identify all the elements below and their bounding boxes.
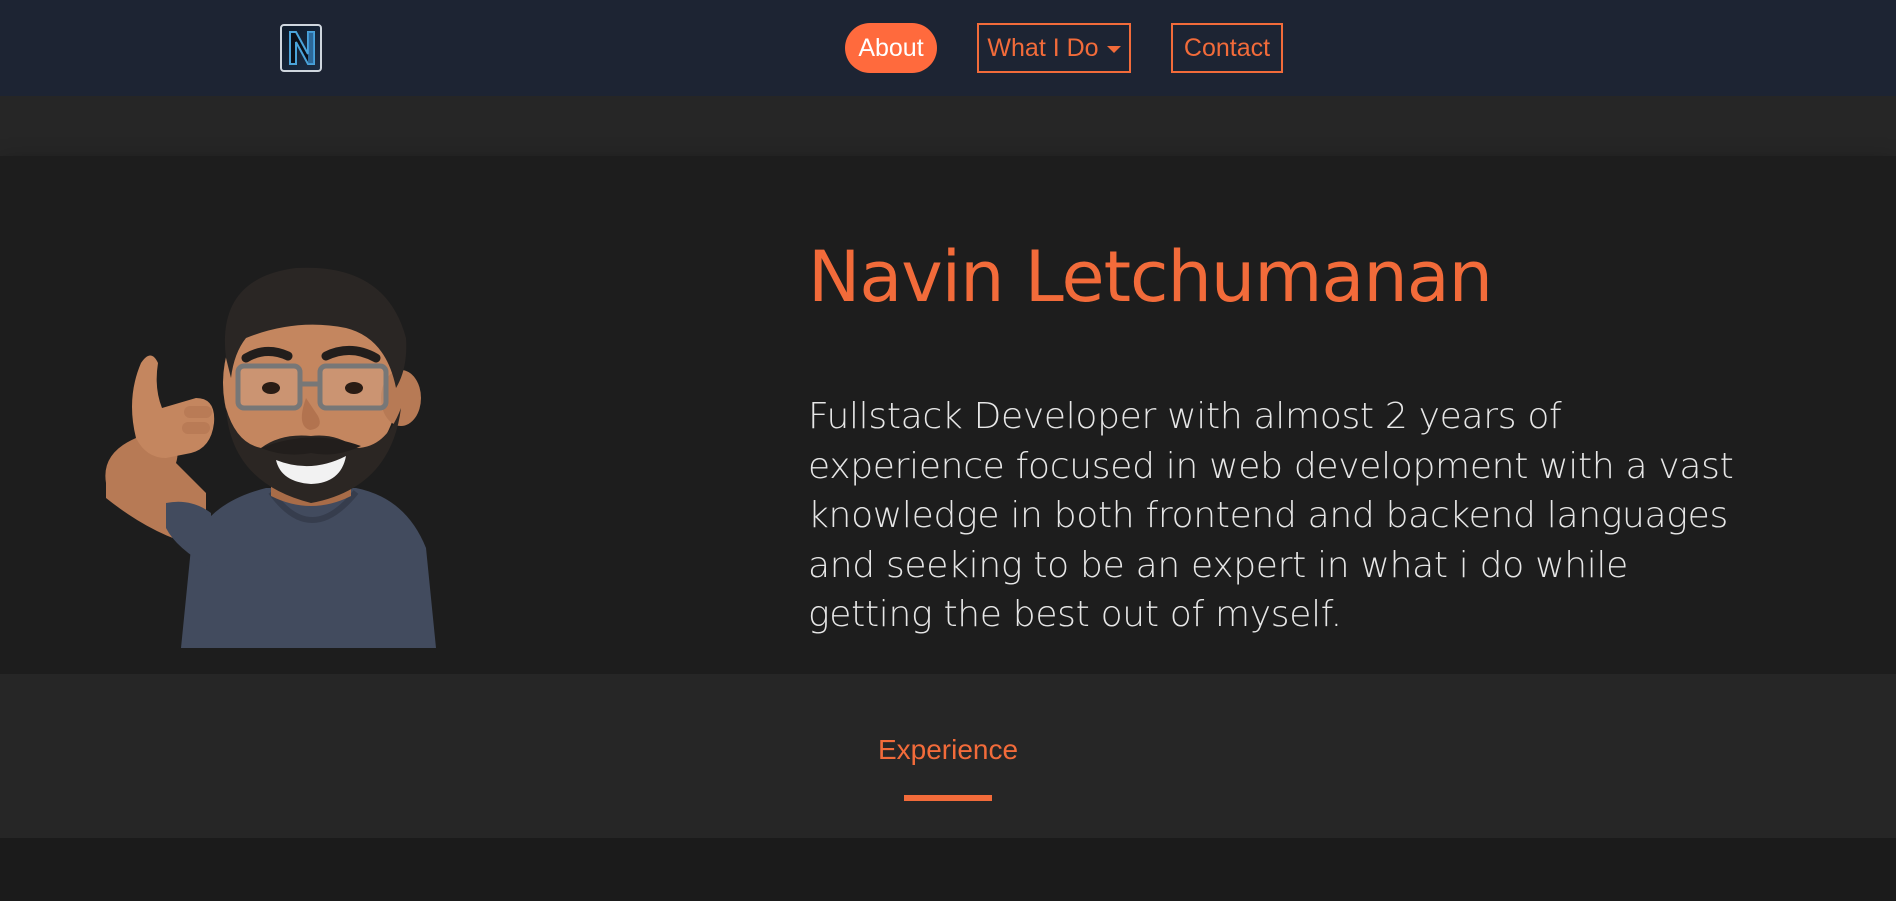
nav-contact-label: Contact [1183,33,1271,62]
caret-down-icon [1106,45,1121,53]
nav-about-label: About [858,33,924,62]
nav-contact-button[interactable]: Contact [1171,23,1283,73]
navbar: About What I Do Contact [0,0,1896,96]
nav-about-button[interactable]: About [845,23,937,73]
logo-icon[interactable] [278,22,324,74]
top-band [0,96,1896,156]
experience-heading: Experience [877,734,1019,765]
nav-what-i-do-label: What I Do [987,33,1099,62]
experience-underline [904,795,992,801]
hero-bio: Fullstack Developer with almost 2 years … [808,396,1734,635]
nav-what-i-do-dropdown[interactable]: What I Do [977,23,1131,73]
avatar-image [96,248,486,648]
experience-section: Experience [0,674,1896,838]
hero-section: Navin Letchumanan Fullstack Developer wi… [0,156,1896,674]
hero-name: Navin Letchumanan [808,236,1493,318]
bottom-band [0,838,1896,901]
